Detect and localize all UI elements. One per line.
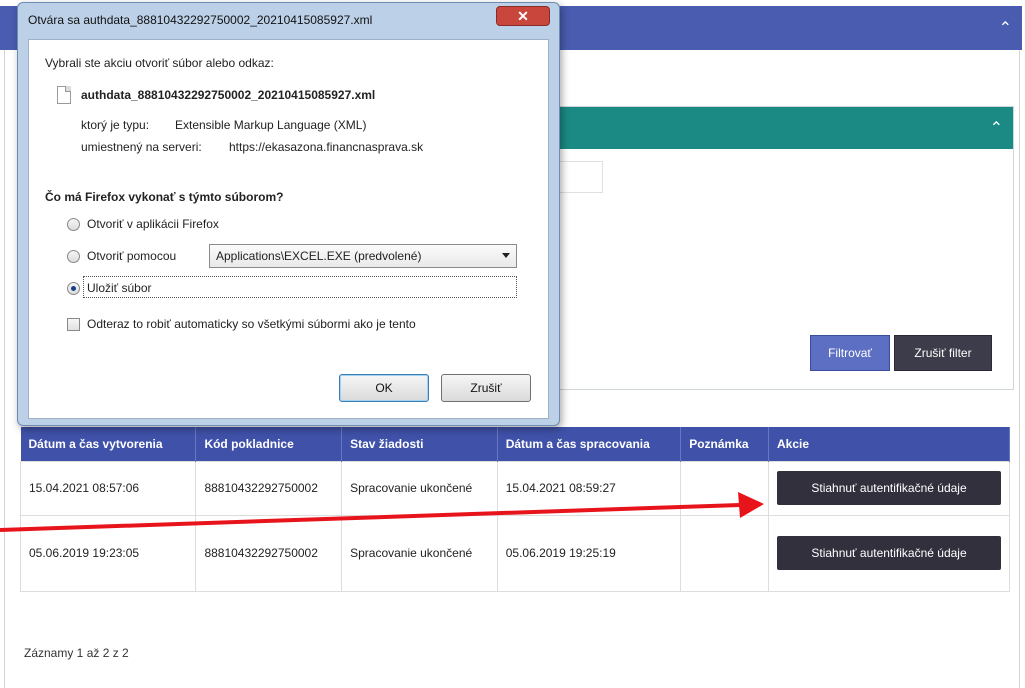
cell-note bbox=[680, 460, 769, 516]
col-header-status[interactable]: Stav žiadosti bbox=[341, 427, 498, 461]
chevron-down-icon[interactable] bbox=[502, 253, 510, 258]
cell-processed: 15.04.2021 08:59:27 bbox=[496, 460, 682, 516]
cell-status: Spracovanie ukončené bbox=[341, 460, 498, 516]
dialog-intro: Vybrali ste akciu otvoriť súbor alebo od… bbox=[45, 56, 274, 70]
close-icon[interactable]: ✕ bbox=[496, 6, 550, 26]
requests-table: Dátum a čas vytvorenia Kód pokladnice St… bbox=[19, 427, 1010, 592]
cell-processed: 05.06.2019 19:25:19 bbox=[496, 514, 682, 592]
open-file-dialog: Otvára sa authdata_88810432292750002_202… bbox=[17, 2, 560, 426]
dialog-title: Otvára sa authdata_88810432292750002_202… bbox=[28, 13, 373, 27]
table-header-row: Dátum a čas vytvorenia Kód pokladnice St… bbox=[20, 427, 1010, 461]
open-with-app-value: Applications\EXCEL.EXE (predvolené) bbox=[216, 249, 422, 263]
cancel-button[interactable]: Zrušiť bbox=[441, 374, 531, 402]
radio-open-firefox-label[interactable]: Otvoriť v aplikácii Firefox bbox=[87, 217, 219, 231]
file-type-value: Extensible Markup Language (XML) bbox=[175, 118, 367, 132]
table-row: 05.06.2019 19:23:05 88810432292750002 Sp… bbox=[19, 514, 1010, 592]
dialog-body: Vybrali ste akciu otvoriť súbor alebo od… bbox=[28, 39, 549, 419]
server-value: https://ekasazona.financnasprava.sk bbox=[229, 140, 424, 154]
col-header-actions: Akcie bbox=[768, 427, 1010, 461]
cell-created: 05.06.2019 19:23:05 bbox=[19, 514, 197, 592]
open-with-app-select[interactable]: Applications\EXCEL.EXE (predvolené) bbox=[209, 244, 517, 268]
col-header-note[interactable]: Poznámka bbox=[680, 427, 769, 461]
radio-save-file[interactable] bbox=[67, 282, 80, 295]
radio-save-file-label[interactable]: Uložiť súbor bbox=[87, 281, 152, 295]
cell-status: Spracovanie ukončené bbox=[341, 514, 498, 592]
col-header-created[interactable]: Dátum a čas vytvorenia bbox=[20, 427, 197, 461]
cell-code: 88810432292750002 bbox=[195, 514, 343, 592]
cell-actions: Stiahnuť autentifikačné údaje bbox=[768, 460, 1010, 516]
table-row: 15.04.2021 08:57:06 88810432292750002 Sp… bbox=[19, 460, 1010, 516]
cell-note bbox=[680, 514, 769, 592]
file-icon bbox=[57, 86, 71, 104]
radio-open-with-label[interactable]: Otvoriť pomocou bbox=[87, 249, 176, 263]
download-auth-data-button[interactable]: Stiahnuť autentifikačné údaje bbox=[777, 536, 1001, 570]
download-auth-data-button[interactable]: Stiahnuť autentifikačné údaje bbox=[777, 471, 1001, 505]
auto-action-label[interactable]: Odteraz to robiť automaticky so všetkými… bbox=[87, 317, 416, 331]
col-header-processed[interactable]: Dátum a čas spracovania bbox=[497, 427, 682, 461]
clear-filter-button[interactable]: Zrušiť filter bbox=[894, 335, 992, 371]
records-info: Záznamy 1 až 2 z 2 bbox=[24, 646, 129, 660]
radio-open-with[interactable] bbox=[67, 250, 80, 263]
cell-created: 15.04.2021 08:57:06 bbox=[19, 460, 197, 516]
server-label: umiestnený na serveri: bbox=[81, 140, 202, 154]
cell-actions: Stiahnuť autentifikačné údaje bbox=[768, 514, 1010, 592]
filter-button[interactable]: Filtrovať bbox=[810, 335, 890, 371]
ok-button[interactable]: OK bbox=[339, 374, 429, 402]
chevron-up-icon[interactable]: ⌃ bbox=[999, 18, 1012, 38]
cell-code: 88810432292750002 bbox=[195, 460, 343, 516]
chevron-up-icon[interactable]: ⌃ bbox=[990, 118, 1003, 138]
col-header-code[interactable]: Kód pokladnice bbox=[195, 427, 343, 461]
file-type-label: ktorý je typu: bbox=[81, 118, 150, 132]
auto-action-checkbox[interactable] bbox=[67, 318, 80, 331]
action-question: Čo má Firefox vykonať s týmto súborom? bbox=[45, 190, 284, 204]
radio-open-firefox[interactable] bbox=[67, 218, 80, 231]
file-name: authdata_88810432292750002_2021041508592… bbox=[81, 88, 376, 102]
